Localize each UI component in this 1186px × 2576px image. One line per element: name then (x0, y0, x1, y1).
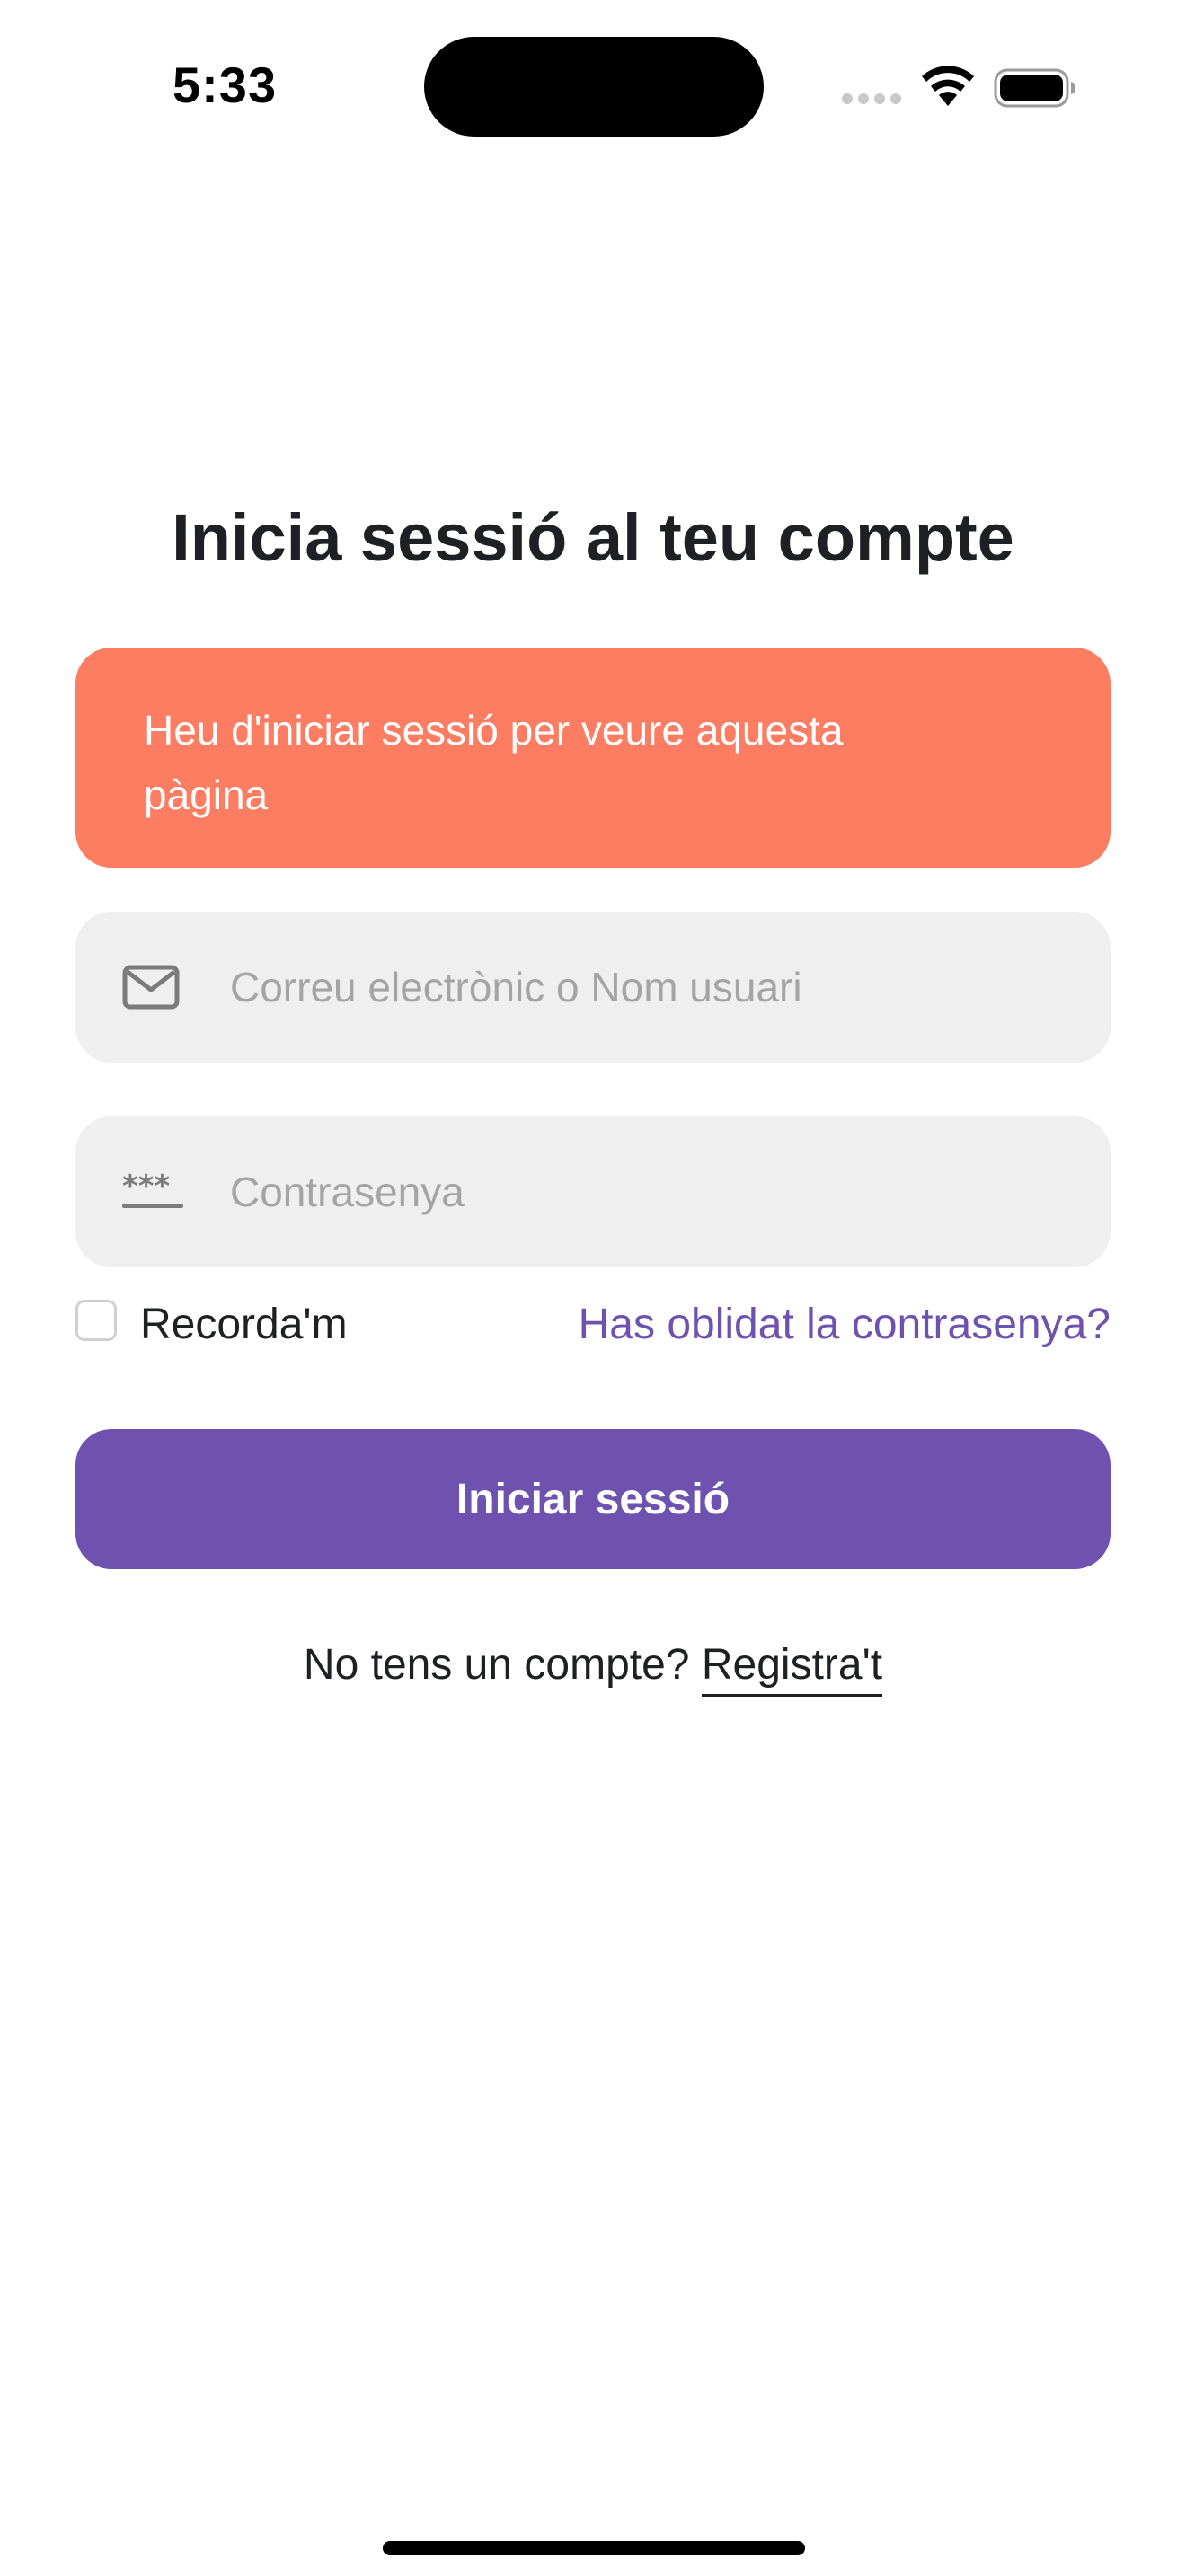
mail-icon (122, 965, 180, 1010)
alert-message: Heu d'iniciar sessió per veure aquesta p… (144, 707, 844, 818)
login-required-alert: Heu d'iniciar sessió per veure aquesta p… (75, 648, 1111, 868)
wifi-icon (922, 66, 974, 106)
login-button[interactable]: Iniciar sessió (75, 1429, 1111, 1569)
signal-icon (842, 93, 903, 104)
remember-me-checkbox[interactable] (75, 1300, 117, 1341)
email-field[interactable] (75, 912, 1111, 1063)
battery-icon (994, 68, 1075, 108)
remember-me-label[interactable]: Recorda'm (140, 1300, 348, 1349)
page-title: Inicia sessió al teu compte (172, 500, 1014, 575)
signup-prompt: No tens un compte? (303, 1641, 690, 1689)
password-field[interactable]: *** (75, 1116, 1111, 1267)
password-icon: *** (122, 1173, 183, 1208)
password-input[interactable] (230, 1116, 1075, 1267)
svg-text:***: *** (122, 1173, 171, 1204)
forgot-password-link[interactable]: Has oblidat la contrasenya? (579, 1300, 1111, 1349)
home-indicator[interactable] (383, 2541, 805, 2555)
dynamic-island (424, 37, 764, 137)
signup-link[interactable]: Registra't (701, 1641, 883, 1697)
signup-row: No tens un compte? Registra't (0, 1640, 1186, 1697)
status-time: 5:33 (173, 57, 278, 113)
email-input[interactable] (230, 912, 1075, 1063)
